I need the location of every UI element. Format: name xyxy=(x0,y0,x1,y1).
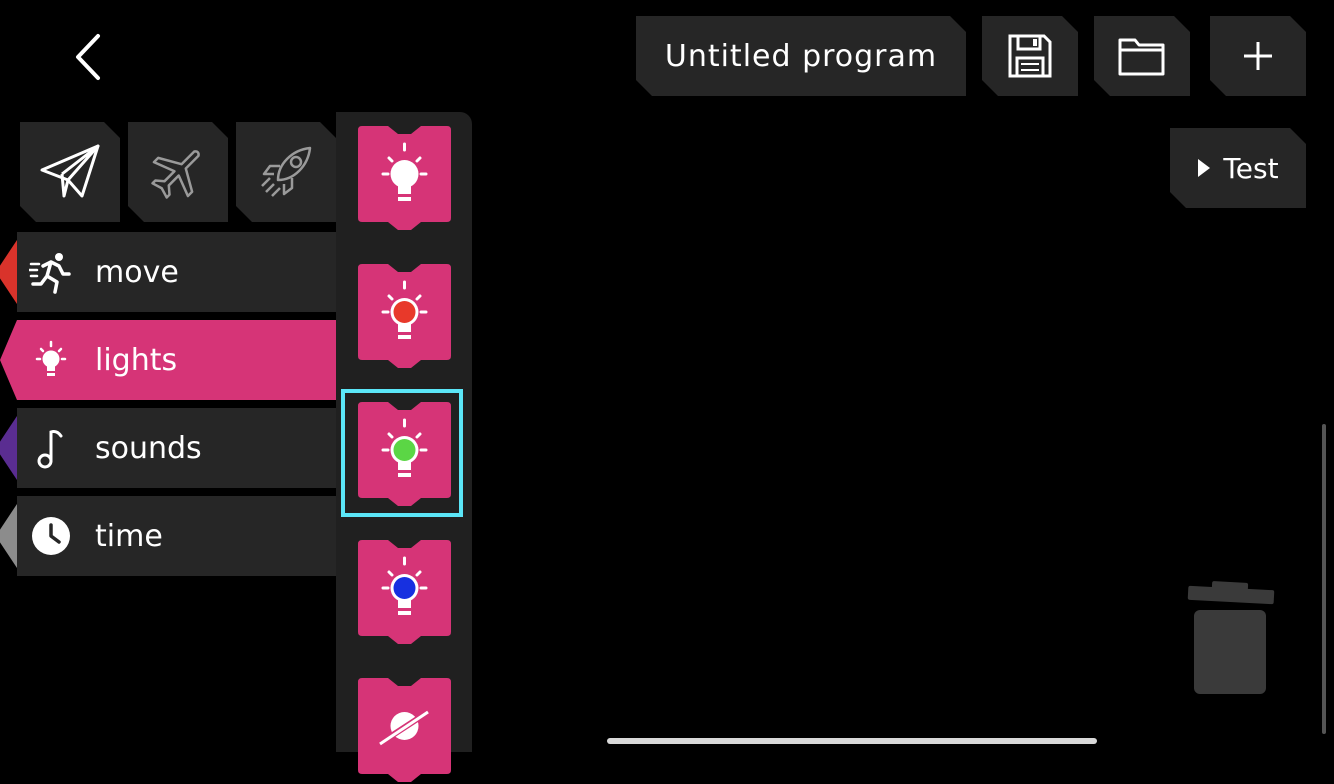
category-lights[interactable]: lights xyxy=(0,320,336,400)
airplane-icon xyxy=(148,142,208,202)
category-label: move xyxy=(95,254,179,290)
category-sounds[interactable]: sounds xyxy=(0,408,336,488)
vehicle-airplane-button[interactable] xyxy=(128,122,228,222)
light-bulb-icon xyxy=(29,338,73,382)
selected-block-highlight xyxy=(341,389,463,517)
back-button[interactable] xyxy=(70,30,110,84)
category-time[interactable]: time xyxy=(0,496,336,576)
category-label: time xyxy=(95,518,163,554)
light-block-off[interactable] xyxy=(358,678,451,784)
vehicle-rocket-button[interactable] xyxy=(236,122,336,222)
program-title: Untitled program xyxy=(664,38,938,74)
light-bulb-blue-icon xyxy=(358,540,451,644)
running-person-icon xyxy=(29,250,73,294)
category-label: lights xyxy=(95,342,178,378)
rocket-icon xyxy=(256,142,316,202)
category-label: sounds xyxy=(95,430,202,466)
light-bulb-white-icon xyxy=(358,126,451,230)
plus-icon xyxy=(1241,39,1275,73)
category-color-tab xyxy=(0,240,17,304)
test-button[interactable]: Test xyxy=(1170,128,1306,208)
light-block-red[interactable] xyxy=(358,264,451,370)
light-block-blue[interactable] xyxy=(358,540,451,646)
category-color-tab xyxy=(0,504,17,568)
paper-plane-icon xyxy=(38,140,102,204)
vehicle-paper-plane-button[interactable] xyxy=(20,122,120,222)
new-program-button[interactable] xyxy=(1210,16,1306,96)
trash-icon[interactable] xyxy=(1186,580,1276,696)
folder-icon xyxy=(1117,34,1167,78)
light-block-white[interactable] xyxy=(358,126,451,232)
program-title-button[interactable]: Untitled program xyxy=(636,16,966,96)
clock-icon xyxy=(29,514,73,558)
category-move[interactable]: move xyxy=(0,232,336,312)
light-bulb-off-icon xyxy=(358,678,451,782)
light-bulb-red-icon xyxy=(358,264,451,368)
category-color-tab xyxy=(0,416,17,480)
play-triangle-icon xyxy=(1197,158,1211,178)
floppy-disk-icon xyxy=(1006,32,1054,80)
music-note-icon xyxy=(29,426,73,470)
scrollbar[interactable] xyxy=(1322,424,1326,734)
open-button[interactable] xyxy=(1094,16,1190,96)
save-button[interactable] xyxy=(982,16,1078,96)
test-label: Test xyxy=(1223,151,1279,185)
chevron-left-icon xyxy=(76,34,100,80)
home-indicator[interactable] xyxy=(607,738,1097,744)
